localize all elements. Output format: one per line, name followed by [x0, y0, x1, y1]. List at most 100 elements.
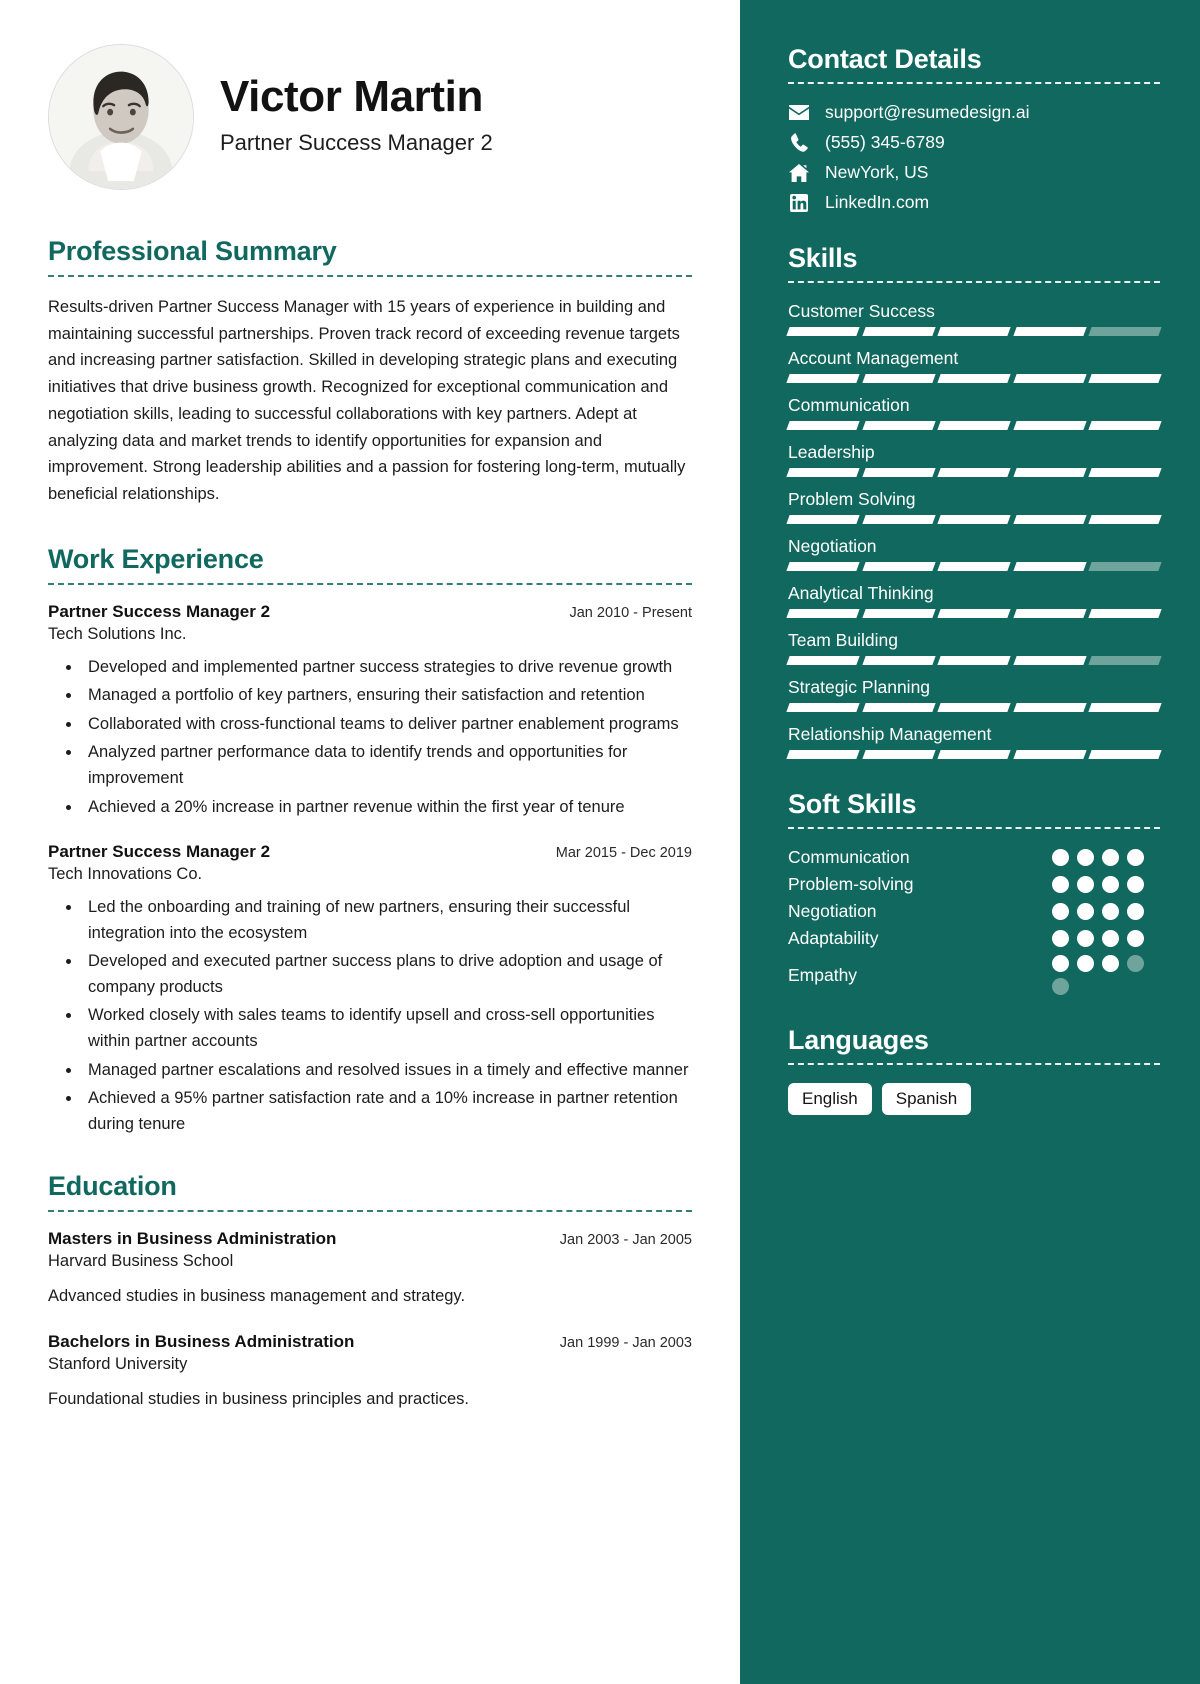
education-entry: Masters in Business Administration Jan 20… — [48, 1229, 692, 1310]
skill-bar-segment — [861, 515, 935, 524]
divider — [788, 82, 1160, 84]
skill-bar-segment — [1013, 750, 1087, 759]
skill-bar-segment — [1013, 374, 1087, 383]
skill-bar-segment — [1088, 750, 1162, 759]
work-entry: Partner Success Manager 2 Jan 2010 - Pres… — [48, 602, 692, 820]
skill-level-bar — [786, 468, 1162, 477]
work-job-title: Partner Success Manager 2 — [48, 842, 271, 862]
soft-skill-label: Negotiation — [788, 901, 877, 921]
work-company: Tech Solutions Inc. — [48, 624, 187, 643]
skill-bar-segment — [786, 656, 860, 665]
soft-skill-label: Communication — [788, 847, 910, 867]
work-entry-header: Partner Success Manager 2 Mar 2015 - Dec … — [48, 842, 692, 862]
divider — [788, 281, 1160, 283]
skill-level-bar — [786, 374, 1162, 383]
rating-dot — [1127, 849, 1144, 866]
soft-skill-label: Adaptability — [788, 928, 879, 948]
list-item: Managed a portfolio of key partners, ens… — [82, 683, 692, 709]
skill-bar-segment — [861, 421, 935, 430]
page-title: Victor Martin — [220, 71, 483, 121]
skill-bar-segment — [937, 374, 1011, 383]
work-entry: Partner Success Manager 2 Mar 2015 - Dec … — [48, 842, 692, 1137]
skill-bar-segment — [937, 750, 1011, 759]
skill-bar-segment — [937, 609, 1011, 618]
rating-dot — [1077, 876, 1094, 893]
skill-label: Strategic Planning — [788, 677, 931, 697]
skill-item: Team Building — [786, 630, 1162, 665]
skill-item: Communication — [786, 395, 1162, 430]
sidebar: Contact Details support@resumedesign.ai (… — [740, 0, 1200, 1684]
education-degree: Bachelors in Business Administration — [48, 1331, 355, 1351]
rating-dot — [1127, 930, 1144, 947]
rating-dot — [1052, 978, 1069, 995]
skills-section: Skills Customer Success Account Managemen… — [786, 243, 1162, 759]
soft-skill-row: Communication — [788, 847, 1160, 868]
skill-bar-segment — [861, 609, 935, 618]
soft-skill-rating — [1052, 876, 1160, 893]
skill-bar-segment — [786, 327, 860, 336]
skill-bar-segment — [1088, 421, 1162, 430]
professional-summary-section: Professional Summary Results-driven Part… — [48, 236, 692, 508]
languages-heading: Languages — [788, 1025, 929, 1055]
skill-level-bar — [786, 421, 1162, 430]
skill-bar-segment — [1088, 468, 1162, 477]
rating-dot — [1077, 849, 1094, 866]
rating-dot — [1052, 930, 1069, 947]
skill-bar-segment — [1013, 562, 1087, 571]
contact-row[interactable]: NewYork, US — [788, 162, 1160, 183]
skill-item: Relationship Management — [786, 724, 1162, 759]
soft-skill-label: Empathy — [788, 964, 858, 985]
contact-heading: Contact Details — [788, 44, 982, 74]
summary-text: Results-driven Partner Success Manager w… — [48, 298, 686, 504]
education-heading: Education — [48, 1171, 177, 1202]
list-item: Analyzed partner performance data to ide… — [82, 740, 692, 791]
skill-bar-segment — [1013, 703, 1087, 712]
resume-header: Victor Martin Partner Success Manager 2 — [48, 44, 692, 190]
linkedin-icon — [788, 193, 810, 213]
skill-bar-segment — [937, 656, 1011, 665]
education-entry-header: Masters in Business Administration Jan 20… — [48, 1229, 692, 1249]
skill-bar-segment — [1088, 609, 1162, 618]
skill-bar-segment — [861, 374, 935, 383]
skill-item: Negotiation — [786, 536, 1162, 571]
skill-bar-segment — [1013, 468, 1087, 477]
work-company: Tech Innovations Co. — [48, 865, 203, 884]
work-job-title: Partner Success Manager 2 — [48, 601, 271, 621]
rating-dot — [1052, 849, 1069, 866]
soft-skill-rating — [1052, 849, 1160, 866]
skill-bar-segment — [861, 562, 935, 571]
soft-skill-rating — [1052, 955, 1160, 995]
work-heading: Work Experience — [48, 543, 264, 574]
contact-value: (555) 345-6789 — [825, 132, 945, 152]
rating-dot — [1102, 876, 1119, 893]
job-role-subtitle: Partner Success Manager 2 — [220, 130, 493, 156]
skill-bar-segment — [937, 421, 1011, 430]
languages-section: Languages English Spanish — [788, 1025, 1160, 1115]
skill-level-bar — [786, 703, 1162, 712]
skill-bar-segment — [1088, 562, 1162, 571]
work-bullet-list: Led the onboarding and training of new p… — [48, 895, 692, 1137]
rating-dot — [1052, 876, 1069, 893]
contact-value: NewYork, US — [825, 162, 929, 182]
skill-bar-segment — [786, 468, 860, 477]
skill-label: Analytical Thinking — [788, 583, 934, 603]
contact-value: support@resumedesign.ai — [825, 102, 1030, 122]
list-item: Managed partner escalations and resolved… — [82, 1058, 692, 1084]
contact-row[interactable]: LinkedIn.com — [788, 192, 1160, 213]
envelope-icon — [788, 103, 810, 123]
rating-dot — [1077, 955, 1094, 972]
skill-level-bar — [786, 609, 1162, 618]
skill-bar-segment — [786, 609, 860, 618]
contact-row[interactable]: support@resumedesign.ai — [788, 102, 1160, 123]
skill-bar-segment — [1088, 327, 1162, 336]
soft-skill-rating — [1052, 903, 1160, 920]
skill-label: Problem Solving — [788, 489, 916, 509]
contact-row[interactable]: (555) 345-6789 — [788, 132, 1160, 153]
language-chip: English — [788, 1083, 872, 1115]
education-degree: Masters in Business Administration — [48, 1229, 337, 1249]
skill-bar-segment — [937, 562, 1011, 571]
education-entry-header: Bachelors in Business Administration Jan … — [48, 1332, 692, 1352]
education-description: Foundational studies in business princip… — [48, 1389, 469, 1408]
divider — [788, 827, 1160, 829]
skill-label: Team Building — [788, 630, 898, 650]
